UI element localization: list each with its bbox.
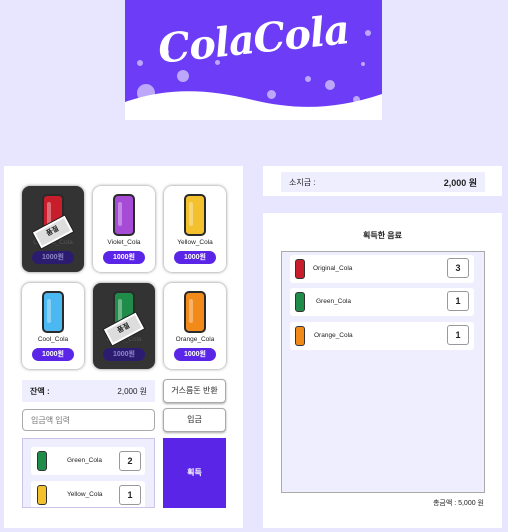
change-label: 잔액 : — [30, 387, 50, 396]
item-quantity: 1 — [447, 291, 469, 311]
brand-logo: ColaCola — [125, 0, 382, 120]
item-quantity: 3 — [447, 258, 469, 278]
price-button[interactable]: 1000원 — [103, 251, 145, 264]
product-name: Yellow_Cola — [177, 239, 213, 246]
item-name: Green_Cola — [316, 298, 352, 305]
wallet-display: 소지금 : 2,000 원 — [281, 172, 485, 192]
item-quantity: 2 — [119, 451, 141, 471]
cola-can-icon — [42, 291, 64, 333]
list-item: Green_Cola 1 — [290, 288, 474, 316]
price-button[interactable]: 1000원 — [174, 251, 216, 264]
product-card-cool-cola[interactable]: Cool_Cola 1000원 — [22, 283, 84, 369]
product-card-violet-cola[interactable]: Violet_Cola 1000원 — [93, 186, 155, 272]
cola-can-icon — [37, 451, 47, 471]
wave-shape — [125, 91, 382, 120]
selected-list[interactable]: Green_Cola 2 Yellow_Cola 1 — [22, 438, 155, 508]
product-card-green-cola[interactable]: Green_Cola 품절 1000원 — [93, 283, 155, 369]
product-name: Orange_Cola — [175, 336, 215, 343]
product-card-original-cola[interactable]: Original_Cola 품절 1000원 — [22, 186, 84, 272]
item-quantity: 1 — [447, 325, 469, 345]
cola-can-icon — [184, 194, 206, 236]
total-amount: 총금액 : 5,000 원 — [432, 500, 484, 507]
price-button[interactable]: 1000원 — [32, 348, 74, 361]
wallet-value: 2,000 원 — [443, 178, 477, 188]
product-name: Violet_Cola — [107, 239, 141, 246]
vending-machine-panel: Original_Cola 품절 1000원 Violet_Cola 1000원… — [4, 166, 243, 528]
bubble — [361, 62, 365, 66]
list-item[interactable]: Green_Cola 2 — [31, 447, 145, 475]
acquired-panel: 획득한 음료 Original_Cola 3 Green_Cola 1 Oran… — [263, 213, 502, 528]
change-display: 잔액 : 2,000 원 — [22, 380, 155, 402]
deposit-input[interactable] — [22, 409, 155, 431]
cola-can-icon — [113, 194, 135, 236]
wallet-panel: 소지금 : 2,000 원 — [263, 166, 502, 196]
product-card-orange-cola[interactable]: Orange_Cola 1000원 — [164, 283, 226, 369]
acquired-title: 획득한 음료 — [362, 231, 403, 240]
item-quantity: 1 — [119, 485, 141, 505]
list-item[interactable]: Yellow_Cola 1 — [31, 481, 145, 507]
return-change-button[interactable]: 거스름돈 반환 — [163, 379, 226, 403]
item-name: Green_Cola — [67, 457, 103, 464]
get-button[interactable]: 획득 — [163, 438, 226, 508]
change-value: 2,000 원 — [117, 387, 147, 396]
deposit-button[interactable]: 입금 — [163, 408, 226, 432]
cola-can-icon — [295, 259, 305, 279]
price-button[interactable]: 1000원 — [103, 348, 145, 361]
item-name: Orange_Cola — [314, 332, 353, 339]
wallet-label: 소지금 : — [289, 178, 316, 187]
list-item: Orange_Cola 1 — [290, 322, 474, 350]
price-button[interactable]: 1000원 — [174, 348, 216, 361]
list-item: Original_Cola 3 — [290, 255, 474, 283]
cola-can-icon — [37, 485, 47, 505]
cola-can-icon — [295, 326, 305, 346]
product-name: Cool_Cola — [37, 336, 69, 343]
item-name: Yellow_Cola — [67, 491, 103, 498]
acquired-list[interactable]: Original_Cola 3 Green_Cola 1 Orange_Cola… — [281, 251, 485, 493]
product-card-yellow-cola[interactable]: Yellow_Cola 1000원 — [164, 186, 226, 272]
cola-can-icon — [184, 291, 206, 333]
price-button[interactable]: 1000원 — [32, 251, 74, 264]
item-name: Original_Cola — [313, 265, 353, 272]
brand-title: ColaCola — [155, 6, 352, 73]
cola-can-icon — [295, 292, 305, 312]
